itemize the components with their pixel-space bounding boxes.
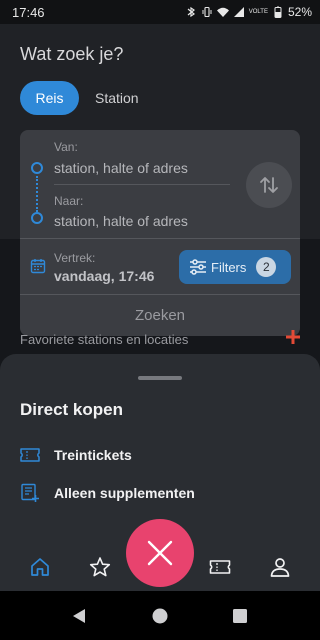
tab-reis[interactable]: Reis — [20, 81, 79, 115]
home-icon — [31, 557, 49, 576]
nav-tickets[interactable] — [206, 553, 234, 581]
add-favorite-plus-icon[interactable] — [286, 330, 300, 344]
home-circle-icon — [152, 608, 168, 624]
search-button[interactable]: Zoeken — [20, 294, 300, 336]
section-divider — [20, 238, 300, 239]
wifi-icon — [216, 7, 229, 17]
train-tickets-label: Treintickets — [54, 447, 132, 463]
system-home-button[interactable] — [151, 607, 169, 625]
filters-label: Filters — [211, 259, 247, 275]
battery-icon — [274, 6, 282, 18]
close-icon — [147, 540, 173, 566]
supplement-list-icon — [21, 483, 39, 502]
page-title: Wat zoek je? — [20, 44, 124, 64]
sheet-title: Direct kopen — [20, 400, 123, 419]
system-recents-button[interactable] — [231, 607, 249, 625]
system-navigation-bar — [0, 591, 320, 640]
bluetooth-icon — [187, 6, 195, 18]
destination-dot-icon — [31, 212, 43, 224]
from-input[interactable]: station, halte of adres — [54, 160, 188, 176]
from-label: Van: — [54, 140, 78, 154]
field-divider — [54, 184, 230, 185]
app-screen: Wat zoek je? Reis Station Van: station, … — [0, 24, 320, 591]
departure-time-value[interactable]: vandaag, 17:46 — [54, 268, 154, 284]
sheet-drag-handle[interactable] — [138, 376, 182, 380]
filters-button[interactable]: Filters 2 — [179, 250, 291, 284]
profile-icon — [270, 557, 290, 577]
system-back-button[interactable] — [70, 607, 88, 625]
favorites-title: Favoriete stations en locaties — [20, 332, 189, 347]
back-triangle-icon — [73, 609, 85, 623]
recents-square-icon — [233, 609, 247, 623]
route-line — [36, 176, 38, 212]
star-icon — [89, 556, 111, 576]
ticket-icon — [209, 559, 231, 574]
to-input[interactable]: station, halte of adres — [54, 213, 188, 229]
swap-button[interactable] — [246, 162, 292, 208]
status-icons: VOLTE 52% — [185, 5, 312, 19]
origin-dot-icon — [31, 162, 43, 174]
departure-label: Vertrek: — [54, 251, 96, 265]
ticket-icon — [20, 448, 40, 462]
search-mode-tabs: Reis Station — [20, 81, 139, 115]
vibrate-icon — [202, 6, 212, 18]
nav-home[interactable] — [26, 553, 54, 581]
to-label: Naar: — [54, 194, 84, 208]
battery-percentage: 52% — [287, 5, 312, 19]
tab-station[interactable]: Station — [95, 90, 139, 106]
nav-favorites[interactable] — [86, 553, 114, 581]
status-time: 17:46 — [12, 4, 45, 20]
journey-search-card: Van: station, halte of adres Naar: stati… — [20, 130, 300, 336]
train-tickets-item[interactable]: Treintickets — [20, 444, 132, 466]
supplements-item[interactable]: Alleen supplementen — [20, 482, 195, 504]
sliders-icon — [190, 259, 206, 275]
nav-profile[interactable] — [266, 553, 294, 581]
status-bar: 17:46 VOLTE 52% — [0, 0, 320, 24]
swap-arrows-icon — [260, 177, 278, 193]
cell-signal-icon — [233, 7, 244, 17]
close-sheet-button[interactable] — [126, 519, 194, 587]
filters-count-badge: 2 — [256, 257, 277, 277]
network-type-label: VOLTE — [248, 9, 268, 15]
supplements-label: Alleen supplementen — [54, 485, 195, 501]
calendar-icon — [30, 259, 46, 274]
